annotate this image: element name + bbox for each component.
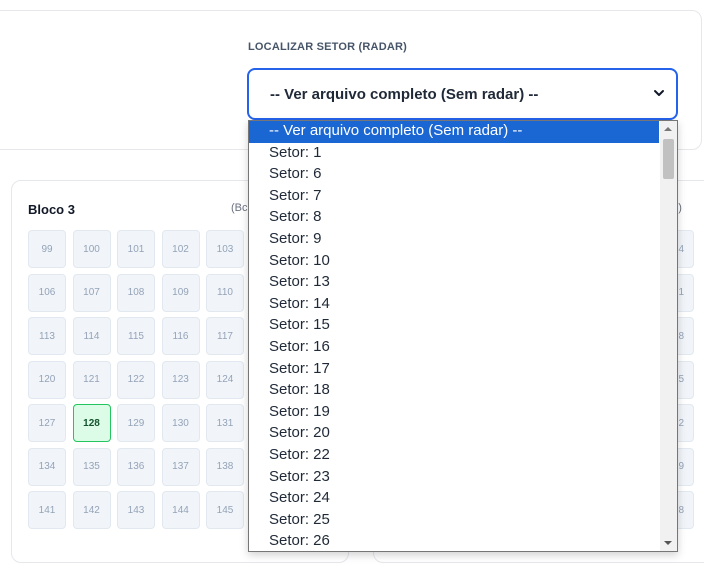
block-title: Bloco 3 [28, 202, 75, 217]
seat[interactable]: 131 [206, 404, 244, 442]
seat[interactable]: 121 [72, 360, 111, 399]
sector-option[interactable]: Setor: 17 [249, 359, 659, 381]
sector-option[interactable]: Setor: 15 [249, 315, 659, 337]
sector-option[interactable]: Setor: 20 [249, 423, 659, 445]
seat[interactable]: 141 [28, 491, 66, 529]
seat[interactable]: 99 [28, 230, 66, 268]
seat[interactable]: 145 [206, 491, 244, 529]
sector-option[interactable]: Setor: 16 [249, 337, 659, 359]
seat[interactable]: 138 [206, 447, 244, 486]
sector-option[interactable]: Setor: 8 [249, 207, 659, 229]
sector-option[interactable]: Setor: 10 [249, 251, 659, 273]
scroll-thumb[interactable] [663, 139, 674, 179]
seat[interactable]: 128 [72, 404, 111, 442]
sector-option[interactable]: Setor: 19 [249, 402, 659, 424]
seat[interactable]: 117 [206, 317, 244, 355]
seat[interactable]: 120 [28, 360, 66, 399]
seat[interactable]: 101 [117, 230, 155, 268]
sector-option[interactable]: Setor: 1 [249, 143, 659, 165]
seat[interactable]: 108 [117, 273, 155, 312]
seat[interactable]: 103 [206, 230, 244, 268]
sector-option[interactable]: Setor: 6 [249, 164, 659, 186]
sector-option[interactable]: Setor: 14 [249, 294, 659, 316]
sector-filter-label: LOCALIZAR SETOR (RADAR) [248, 41, 407, 53]
seat[interactable]: 106 [28, 273, 66, 312]
sector-option[interactable]: Setor: 18 [249, 380, 659, 402]
seat[interactable]: 127 [28, 404, 66, 442]
seat[interactable]: 116 [161, 317, 200, 355]
seat[interactable]: 136 [117, 447, 155, 486]
seat[interactable]: 130 [161, 404, 200, 442]
sector-option[interactable]: Setor: 22 [249, 445, 659, 467]
sector-select-value: -- Ver arquivo completo (Sem radar) -- [270, 86, 539, 103]
seat[interactable]: 142 [72, 491, 111, 529]
scroll-up-arrow-icon[interactable] [663, 125, 673, 133]
seat[interactable]: 114 [72, 317, 111, 355]
seat[interactable]: 110 [206, 273, 244, 312]
chevron-down-icon [654, 90, 664, 96]
dropdown-scrollbar[interactable] [660, 121, 677, 551]
sector-option[interactable]: Setor: 13 [249, 272, 659, 294]
seat[interactable]: 144 [161, 491, 200, 529]
seat[interactable]: 109 [161, 273, 200, 312]
sector-option-all[interactable]: -- Ver arquivo completo (Sem radar) -- [249, 121, 659, 143]
seat[interactable]: 124 [206, 360, 244, 399]
seat[interactable]: 134 [28, 447, 66, 486]
sector-dropdown-list[interactable]: -- Ver arquivo completo (Sem radar) -- Se… [248, 120, 678, 552]
seat[interactable]: 115 [117, 317, 155, 355]
sector-option[interactable]: Setor: 7 [249, 186, 659, 208]
seat[interactable]: 102 [161, 230, 200, 268]
seat[interactable]: 100 [72, 230, 111, 268]
seat[interactable]: 137 [161, 447, 200, 486]
scroll-down-arrow-icon[interactable] [663, 539, 673, 547]
sector-option[interactable]: Setor: 26 [249, 531, 659, 551]
seat[interactable]: 122 [117, 360, 155, 399]
sector-option[interactable]: Setor: 23 [249, 467, 659, 489]
seat[interactable]: 107 [72, 273, 111, 312]
seat[interactable]: 135 [72, 447, 111, 486]
seat[interactable]: 123 [161, 360, 200, 399]
seat[interactable]: 129 [117, 404, 155, 442]
sector-option[interactable]: Setor: 24 [249, 488, 659, 510]
sector-option[interactable]: Setor: 25 [249, 510, 659, 532]
sector-select[interactable]: -- Ver arquivo completo (Sem radar) -- [247, 68, 678, 120]
block-meta: (Bc [231, 202, 248, 214]
sector-option[interactable]: Setor: 9 [249, 229, 659, 251]
seat[interactable]: 113 [28, 317, 66, 355]
seat[interactable]: 143 [117, 491, 155, 529]
page: LOCALIZAR SETOR (RADAR) -- Ver arquivo c… [0, 0, 704, 564]
